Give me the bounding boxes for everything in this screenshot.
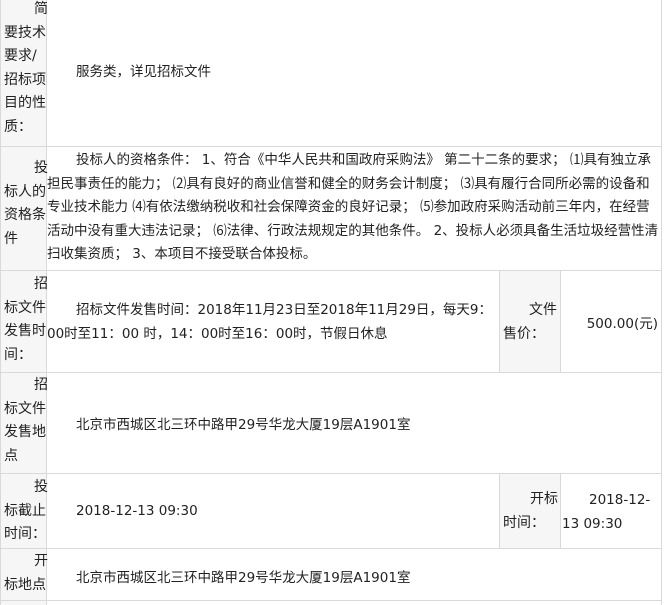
sale-place-label: 招标文件发售地点 [4,377,48,464]
deadline-value: 2018-12-13 09:30 [76,503,198,519]
open-place-label: 开标地点 [4,553,48,593]
nature-value: 服务类，详见招标文件 [76,64,211,80]
nature-label: 简要技术要求/招标项目的性质： [4,1,48,135]
column-divider [499,271,500,372]
row-divider [0,146,662,147]
row-divider [0,372,662,373]
sale-time-value: 招标文件发售时间：2018年11月23日至2018年11月29日，每天9：00时… [47,302,493,342]
open-time-value: 2018-12-13 09:30 [562,492,651,532]
tender-info-table: 简要技术要求/招标项目的性质： 服务类，详见招标文件 投标人的资格条件 投标人的… [0,0,665,605]
table-left-border [0,0,1,605]
open-time-label: 开标时间： [503,491,558,531]
deadline-label: 投标截止时间： [4,479,48,542]
open-place-value: 北京市西城区北三环中路甲29号华龙大厦19层A1901室 [76,570,411,586]
row-divider [0,600,662,601]
row-divider [0,270,662,271]
sale-time-label: 招标文件发售时间： [4,276,48,363]
sale-place-value: 北京市西城区北三环中路甲29号华龙大厦19层A1901室 [76,417,411,433]
price-label: 文件售价： [503,302,557,342]
row-divider [0,473,662,474]
table-right-border [661,0,662,605]
row-divider [0,548,662,549]
qualification-value: 投标人的资格条件： 1、符合《中华人民共和国政府采购法》 第二十二条的要求； ⑴… [47,152,659,263]
price-value: 500.00(元) [586,316,658,332]
column-divider [499,474,500,548]
qualification-label: 投标人的资格条件 [4,160,48,247]
